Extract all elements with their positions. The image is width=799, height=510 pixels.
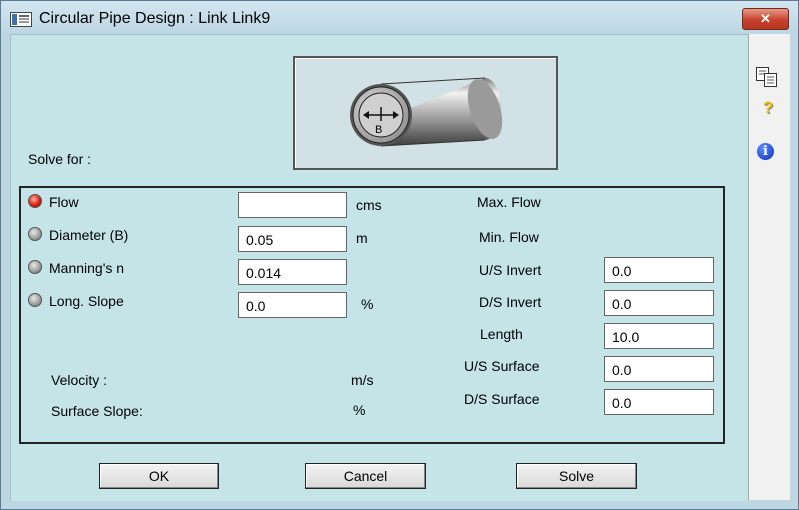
slope-radio[interactable] (28, 293, 42, 307)
diameter-unit: m (356, 230, 368, 246)
mannings-radio[interactable] (28, 260, 42, 274)
max-flow-label: Max. Flow (477, 194, 541, 210)
side-toolbar: ? i (748, 34, 790, 500)
solve-button[interactable]: Solve (516, 463, 637, 489)
diameter-label: Diameter (B) (49, 227, 129, 243)
solve-for-label: Solve for : (28, 151, 92, 167)
help-icon[interactable]: ? (763, 98, 773, 118)
ok-button[interactable]: OK (99, 463, 219, 489)
flow-label: Flow (49, 194, 79, 210)
min-flow-label: Min. Flow (479, 229, 539, 245)
length-field[interactable]: 10.0 (604, 323, 714, 349)
info-icon[interactable]: i (757, 143, 774, 160)
us-invert-label: U/S Invert (479, 262, 542, 278)
mannings-field[interactable]: 0.014 (238, 259, 347, 285)
us-invert-field[interactable]: 0.0 (604, 257, 714, 283)
copy-icon[interactable] (755, 66, 779, 88)
diagram-label: B (375, 124, 382, 136)
velocity-unit: m/s (351, 372, 374, 388)
ds-invert-field[interactable]: 0.0 (604, 290, 714, 316)
surface-slope-unit: % (353, 402, 366, 418)
slope-field[interactable]: 0.0 (238, 292, 347, 318)
app-icon (10, 12, 32, 27)
close-button[interactable]: ✕ (742, 8, 789, 30)
us-surface-label: U/S Surface (464, 358, 540, 374)
dialog-window: Circular Pipe Design : Link Link9 ✕ ? i (0, 0, 799, 510)
length-label: Length (480, 326, 523, 342)
ds-invert-label: D/S Invert (479, 294, 542, 310)
title-bar[interactable]: Circular Pipe Design : Link Link9 ✕ (1, 1, 798, 34)
ds-surface-label: D/S Surface (464, 391, 540, 407)
flow-unit: cms (356, 197, 382, 213)
surface-slope-label: Surface Slope: (51, 403, 143, 419)
velocity-label: Velocity : (51, 372, 108, 388)
diameter-field[interactable]: 0.05 (238, 226, 347, 252)
pipe-cylinder-icon: B (350, 77, 503, 147)
slope-label: Long. Slope (49, 293, 124, 309)
ds-surface-field[interactable]: 0.0 (604, 389, 714, 415)
mannings-label: Manning's n (49, 260, 125, 276)
flow-radio[interactable] (28, 194, 42, 208)
flow-field[interactable] (238, 192, 347, 218)
cancel-button[interactable]: Cancel (305, 463, 426, 489)
pipe-diagram: B (293, 56, 558, 170)
us-surface-field[interactable]: 0.0 (604, 356, 714, 382)
diameter-radio[interactable] (28, 227, 42, 241)
slope-unit: % (361, 296, 374, 312)
window-title: Circular Pipe Design : Link Link9 (39, 10, 271, 27)
